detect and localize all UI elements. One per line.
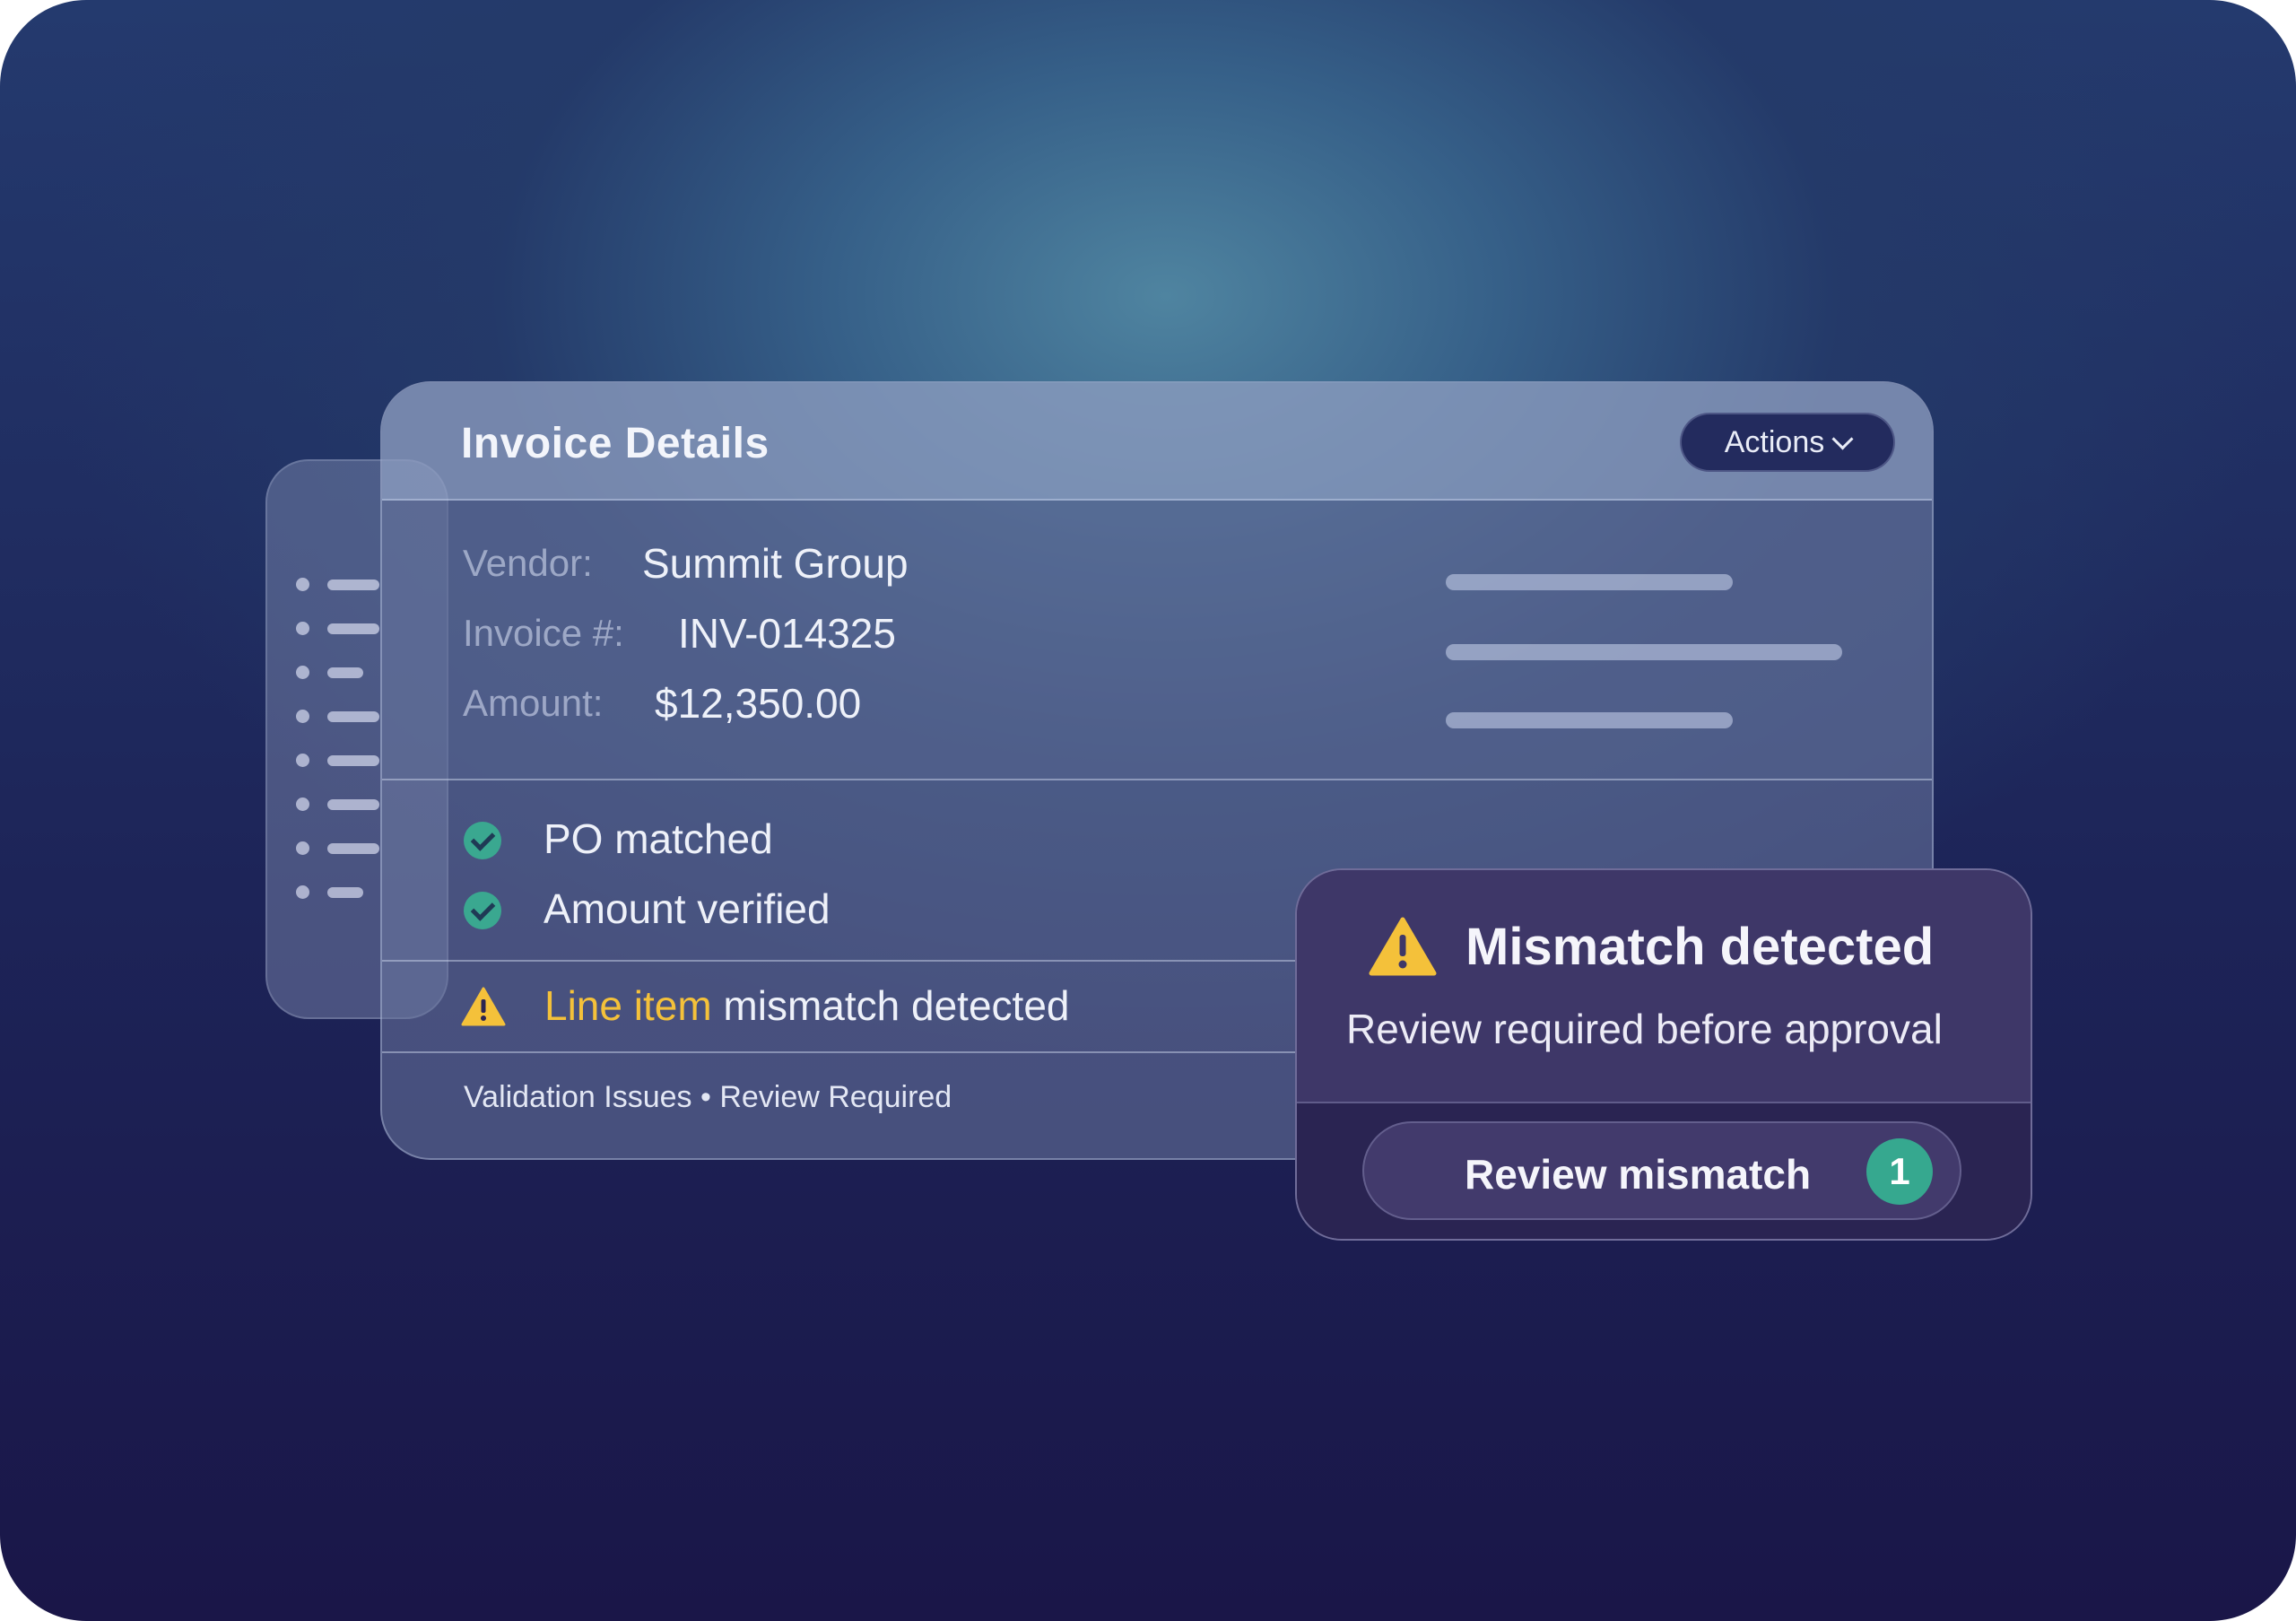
vendor-value: Summit Group bbox=[642, 540, 909, 587]
warning-rest-text: mismatch detected bbox=[711, 982, 1070, 1029]
card-header: Invoice Details Actions bbox=[382, 383, 1932, 501]
amount-verified-text: Amount verified bbox=[544, 885, 831, 932]
alert-title: Mismatch detected bbox=[1465, 918, 1935, 976]
actions-button[interactable]: Actions bbox=[1680, 413, 1895, 472]
check-circle-icon bbox=[464, 822, 501, 859]
chevron-down-icon bbox=[1831, 427, 1854, 450]
highlight-text: Line item bbox=[544, 982, 712, 1029]
check-circle-icon bbox=[464, 892, 501, 929]
warning-triangle-icon bbox=[461, 987, 506, 1026]
mismatch-warning-text: Line item mismatch detected bbox=[544, 981, 1070, 1030]
invoice-number-value: INV-014325 bbox=[678, 610, 896, 657]
review-mismatch-button[interactable]: Review mismatch 1 bbox=[1362, 1121, 1961, 1220]
amount-label: Amount: bbox=[463, 682, 604, 724]
review-mismatch-label: Review mismatch bbox=[1465, 1151, 1812, 1198]
po-matched-text: PO matched bbox=[544, 815, 773, 862]
amount-value: $12,350.00 bbox=[655, 680, 862, 727]
alert-subtitle: Review required before approval bbox=[1346, 1006, 1943, 1052]
background: Invoice Details Actions Vendor: Summit G… bbox=[0, 0, 2296, 1621]
mismatch-alert: Mismatch detected Review required before… bbox=[1295, 868, 2032, 1241]
alert-header bbox=[1297, 870, 2031, 1103]
placeholder-line bbox=[1446, 644, 1842, 660]
vendor-label: Vendor: bbox=[463, 542, 593, 584]
placeholder-line bbox=[1446, 574, 1733, 590]
placeholder-line bbox=[1446, 712, 1733, 728]
page-title: Invoice Details bbox=[461, 420, 770, 467]
count-badge: 1 bbox=[1866, 1138, 1933, 1205]
actions-label: Actions bbox=[1724, 424, 1825, 459]
status-footer: Validation Issues • Review Required bbox=[464, 1080, 952, 1114]
warning-triangle-icon bbox=[1369, 917, 1437, 976]
invoice-fields: Vendor: Summit Group Invoice #: INV-0143… bbox=[382, 501, 1932, 780]
invoice-number-label: Invoice #: bbox=[463, 612, 624, 654]
